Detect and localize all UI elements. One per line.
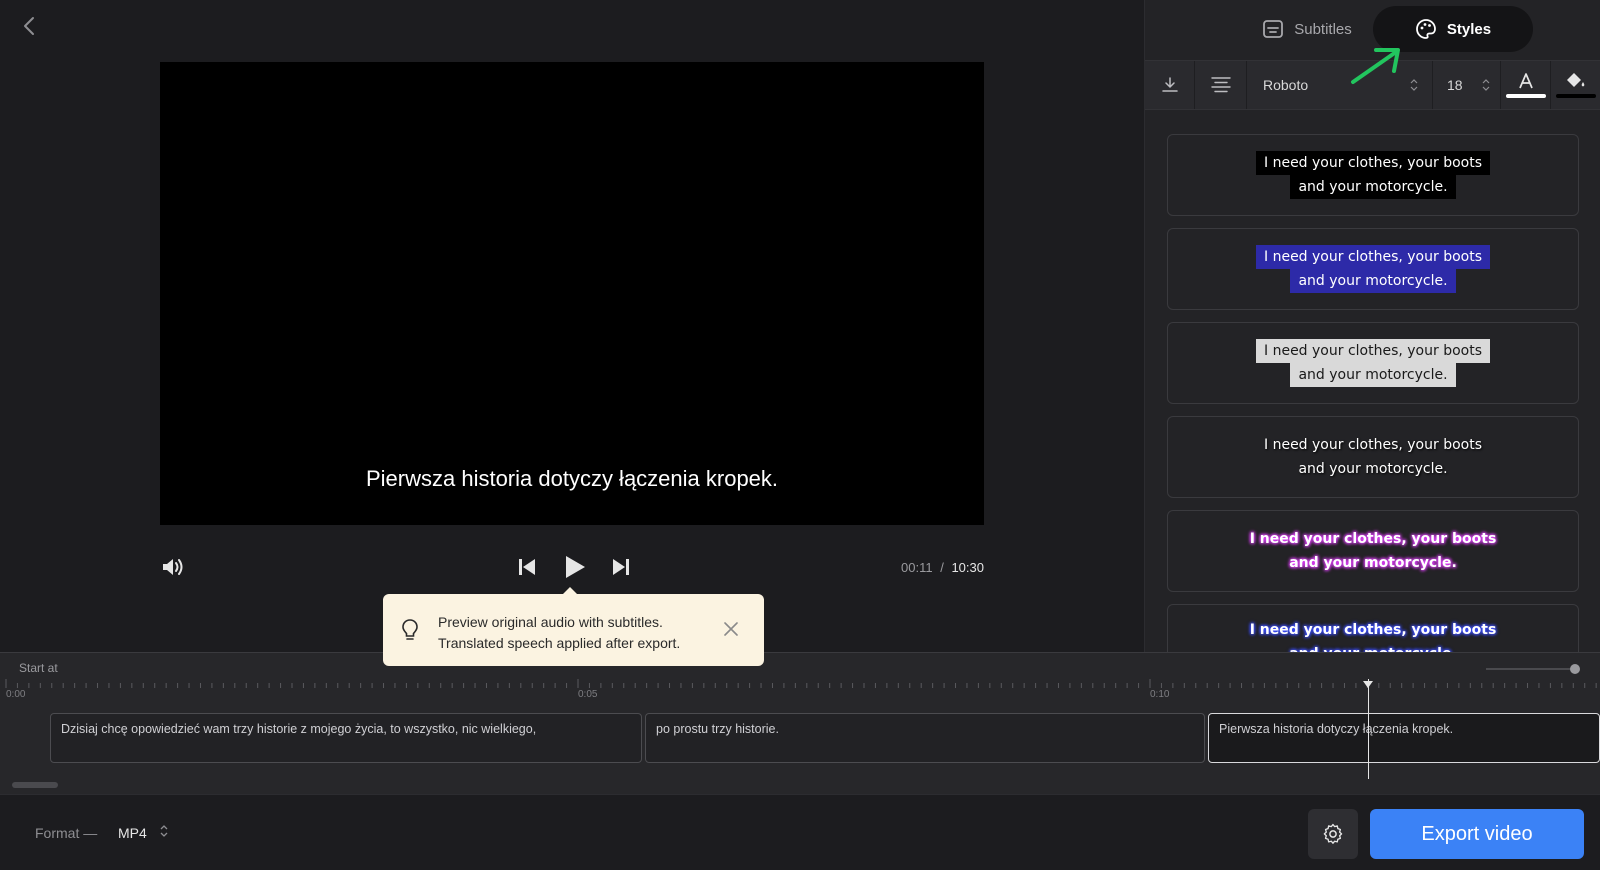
time-readout: 00:11 / 10:30 (901, 560, 984, 575)
preset-sample: I need your clothes, your boots and your… (1242, 527, 1505, 575)
text-color-swatch (1505, 94, 1546, 98)
preset-line: and your motorcycle. (1290, 175, 1456, 199)
skip-back-icon (519, 559, 535, 575)
total-time: 10:30 (951, 560, 984, 575)
preset-sample: I need your clothes, your boots and your… (1256, 245, 1490, 293)
next-button[interactable] (608, 554, 634, 580)
preset-line: and your motorcycle. (1290, 269, 1456, 293)
video-subtitle: Pierwsza historia dotyczy łączenia krope… (365, 466, 779, 491)
tick-label: 0:10 (1150, 689, 1170, 700)
tooltip-line-2: Translated speech applied after export. (438, 635, 681, 651)
paint-bucket-icon (1567, 73, 1585, 87)
skip-forward-icon (613, 559, 629, 575)
subtitles-icon (1263, 20, 1284, 38)
preset-line: I need your clothes, your boots (1264, 437, 1482, 453)
style-preset[interactable]: I need your clothes, your boots and your… (1167, 134, 1579, 216)
subtitle-clip[interactable]: po prostu trzy historie. (645, 713, 1205, 763)
playhead-handle[interactable] (1363, 681, 1373, 688)
audio-preview-tooltip: Preview original audio with subtitles. T… (383, 587, 764, 666)
preset-line: I need your clothes, your boots (1249, 531, 1497, 547)
font-size-select[interactable]: 18 (1433, 61, 1501, 109)
preset-line: and your motorcycle. (1289, 555, 1457, 571)
text-color-button[interactable] (1501, 61, 1551, 109)
play-button[interactable] (560, 552, 590, 582)
time-ruler[interactable]: 0:00 0:05 0:10 (0, 679, 1600, 705)
align-bottom-icon (1161, 77, 1178, 92)
volume-button[interactable] (160, 554, 186, 580)
annotation-arrow-icon (1351, 48, 1400, 84)
subtitle-clip[interactable]: Dzisiaj chcę opowiedzieć wam trzy histor… (50, 713, 642, 763)
style-preset[interactable]: I need your clothes, your boots and your… (1167, 604, 1579, 652)
speaker-icon (163, 559, 183, 575)
tooltip-close-button[interactable] (722, 620, 740, 638)
tooltip-line-1: Preview original audio with subtitles. (438, 614, 663, 630)
play-icon (566, 556, 585, 578)
style-preset[interactable]: I need your clothes, your boots and your… (1167, 322, 1579, 404)
align-center-icon (1210, 77, 1231, 93)
zoom-knob[interactable] (1570, 664, 1580, 674)
export-bar: Format — MP4 Export video (0, 794, 1600, 870)
close-icon (724, 622, 738, 636)
lightbulb-icon (401, 618, 419, 647)
tick-label: 0:00 (6, 689, 26, 700)
preset-line: and your motorcycle. (1298, 461, 1448, 477)
export-video-button[interactable]: Export video (1370, 809, 1584, 859)
styles-panel: Subtitles Styles Roboto 18 I need your c… (1144, 0, 1600, 652)
timeline-scrollbar[interactable] (12, 782, 58, 788)
fill-color-button[interactable] (1551, 61, 1600, 109)
ruler-ticks (5, 679, 1597, 688)
preset-sample: I need your clothes, your boots and your… (1256, 339, 1490, 387)
format-select[interactable]: MP4 (118, 825, 147, 841)
chevron-left-icon (24, 17, 34, 35)
chevron-updown-icon (1482, 78, 1490, 92)
style-presets-list: I need your clothes, your boots and your… (1167, 134, 1579, 652)
gear-icon (1323, 823, 1343, 844)
time-separator: / (940, 560, 944, 575)
video-preview[interactable]: Pierwsza historia dotyczy łączenia krope… (160, 62, 984, 525)
preset-line: and your motorcycle. (1281, 642, 1465, 652)
chevron-updown-icon[interactable] (160, 823, 168, 844)
playhead[interactable] (1368, 679, 1369, 779)
position-button[interactable] (1145, 61, 1195, 109)
text-align-button[interactable] (1195, 61, 1247, 109)
preset-sample: I need your clothes, your boots and your… (1242, 618, 1505, 652)
text-color-icon (1518, 73, 1533, 89)
editor-area: Pierwsza historia dotyczy łączenia krope… (0, 0, 1144, 666)
preset-line: I need your clothes, your boots (1256, 245, 1490, 269)
palette-icon (1415, 19, 1436, 39)
settings-button[interactable] (1308, 809, 1358, 859)
preset-line: and your motorcycle. (1290, 363, 1456, 387)
preset-line: I need your clothes, your boots (1249, 622, 1497, 638)
preset-line: I need your clothes, your boots (1256, 339, 1490, 363)
font-size-value: 18 (1447, 77, 1463, 93)
previous-button[interactable] (514, 554, 540, 580)
format-label: Format — (35, 825, 98, 841)
timeline: Start at 0:00 0:05 0:10 Dzisiaj chcę opo… (0, 652, 1600, 794)
fill-color-swatch (1556, 94, 1596, 98)
zoom-slider[interactable] (1486, 664, 1580, 674)
subtitle-clip-active[interactable]: Pierwsza historia dotyczy łączenia krope… (1208, 713, 1600, 763)
tab-subtitles-label: Subtitles (1294, 20, 1352, 38)
style-preset[interactable]: I need your clothes, your boots and your… (1167, 510, 1579, 592)
preset-sample: I need your clothes, your boots and your… (1256, 433, 1490, 481)
start-at-label: Start at (19, 661, 58, 675)
preset-line: I need your clothes, your boots (1256, 151, 1490, 175)
player-controls: 00:11 / 10:30 (160, 550, 984, 586)
font-value: Roboto (1263, 77, 1309, 93)
current-time: 00:11 (901, 560, 933, 575)
tab-styles-label: Styles (1446, 20, 1492, 38)
tick-label: 0:05 (578, 689, 598, 700)
zoom-track (1486, 668, 1578, 670)
style-preset[interactable]: I need your clothes, your boots and your… (1167, 416, 1579, 498)
style-preset[interactable]: I need your clothes, your boots and your… (1167, 228, 1579, 310)
preset-sample: I need your clothes, your boots and your… (1256, 151, 1490, 199)
subtitle-track: Dzisiaj chcę opowiedzieć wam trzy histor… (0, 713, 1600, 763)
back-button[interactable] (18, 14, 40, 38)
tooltip-text: Preview original audio with subtitles. T… (438, 612, 680, 654)
chevron-updown-icon (1410, 78, 1418, 92)
